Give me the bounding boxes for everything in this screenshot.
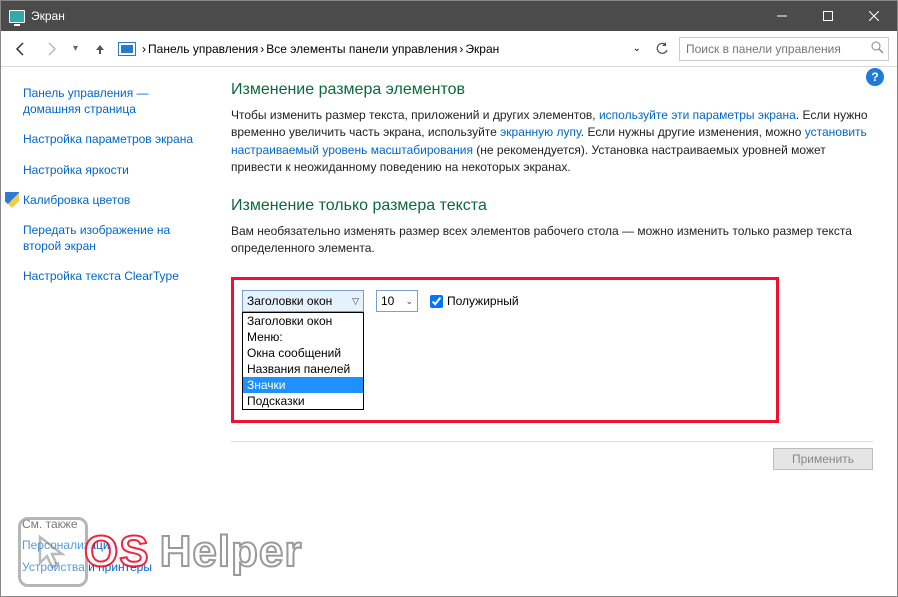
sidebar-item-project[interactable]: Передать изображение на второй экран (23, 222, 205, 254)
minimize-button[interactable] (759, 1, 805, 31)
dropdown-option[interactable]: Подсказки (243, 393, 363, 409)
main-content: Изменение размера элементов Чтобы измени… (211, 67, 897, 596)
bold-checkbox-input[interactable] (430, 295, 443, 308)
see-also-personalization[interactable]: Персонализация (22, 537, 152, 553)
up-button[interactable] (88, 37, 112, 61)
search-box[interactable] (679, 37, 889, 61)
paragraph-text-only: Вам необязательно изменять размер всех э… (231, 223, 873, 258)
sidebar-item-cleartype[interactable]: Настройка текста ClearType (23, 268, 205, 284)
element-type-combo[interactable]: Заголовки окон ▽ (242, 290, 364, 312)
paragraph-resize-items: Чтобы изменить размер текста, приложений… (231, 107, 873, 177)
dropdown-option[interactable]: Названия панелей (243, 361, 363, 377)
see-also: См. также Персонализация Устройства и пр… (22, 517, 152, 581)
maximize-button[interactable] (805, 1, 851, 31)
address-bar[interactable]: › Панель управления › Все элементы панел… (118, 42, 645, 56)
highlight-box: Заголовки окон ▽ 10 ⌄ Полужирный Заголов… (231, 277, 779, 423)
chevron-down-icon: ▽ (352, 296, 359, 307)
heading-text-only: Изменение только размера текста (231, 197, 873, 215)
sidebar-item-calibrate[interactable]: Калибровка цветов (5, 192, 205, 208)
window-title: Экран (31, 9, 65, 23)
dropdown-option[interactable]: Окна сообщений (243, 345, 363, 361)
toolbar: ▾ › Панель управления › Все элементы пан… (1, 31, 897, 67)
bold-checkbox[interactable]: Полужирный (430, 294, 519, 308)
shield-icon (5, 192, 19, 208)
dropdown-option[interactable]: Меню: (243, 329, 363, 345)
link-display-params[interactable]: используйте эти параметры экрана (599, 108, 796, 122)
breadcrumb-item[interactable]: Все элементы панели управления (266, 42, 457, 56)
control-panel-icon (118, 42, 136, 56)
refresh-button[interactable] (651, 38, 673, 60)
sidebar-item-display-settings[interactable]: Настройка параметров экрана (23, 131, 205, 147)
heading-resize-items: Изменение размера элементов (231, 81, 873, 99)
close-button[interactable] (851, 1, 897, 31)
sidebar: Панель управления — домашняя страница На… (1, 67, 211, 596)
display-icon (9, 10, 25, 23)
window-titlebar: Экран (1, 1, 897, 31)
breadcrumb-item[interactable]: Панель управления (148, 42, 258, 56)
dropdown-option-selected[interactable]: Значки (243, 377, 363, 393)
chevron-down-icon: ⌄ (405, 296, 413, 307)
sidebar-item-brightness[interactable]: Настройка яркости (23, 162, 205, 178)
forward-button[interactable] (39, 37, 63, 61)
back-button[interactable] (9, 37, 33, 61)
dropdown-option[interactable]: Заголовки окон (243, 313, 363, 329)
apply-button[interactable]: Применить (773, 448, 873, 470)
search-icon[interactable] (871, 41, 884, 57)
search-input[interactable] (684, 41, 871, 57)
link-magnifier[interactable]: экранную лупу (500, 125, 581, 139)
font-size-combo[interactable]: 10 ⌄ (376, 290, 418, 312)
divider (231, 441, 873, 442)
see-also-devices[interactable]: Устройства и принтеры (22, 559, 152, 575)
sidebar-item-home[interactable]: Панель управления — домашняя страница (23, 85, 205, 117)
see-also-heading: См. также (22, 517, 152, 531)
element-type-dropdown[interactable]: Заголовки окон Меню: Окна сообщений Назв… (242, 312, 364, 410)
breadcrumb-item[interactable]: Экран (465, 42, 499, 56)
history-dropdown-icon[interactable]: ▾ (69, 43, 82, 54)
addr-dropdown-icon[interactable]: ⌄ (629, 43, 645, 54)
